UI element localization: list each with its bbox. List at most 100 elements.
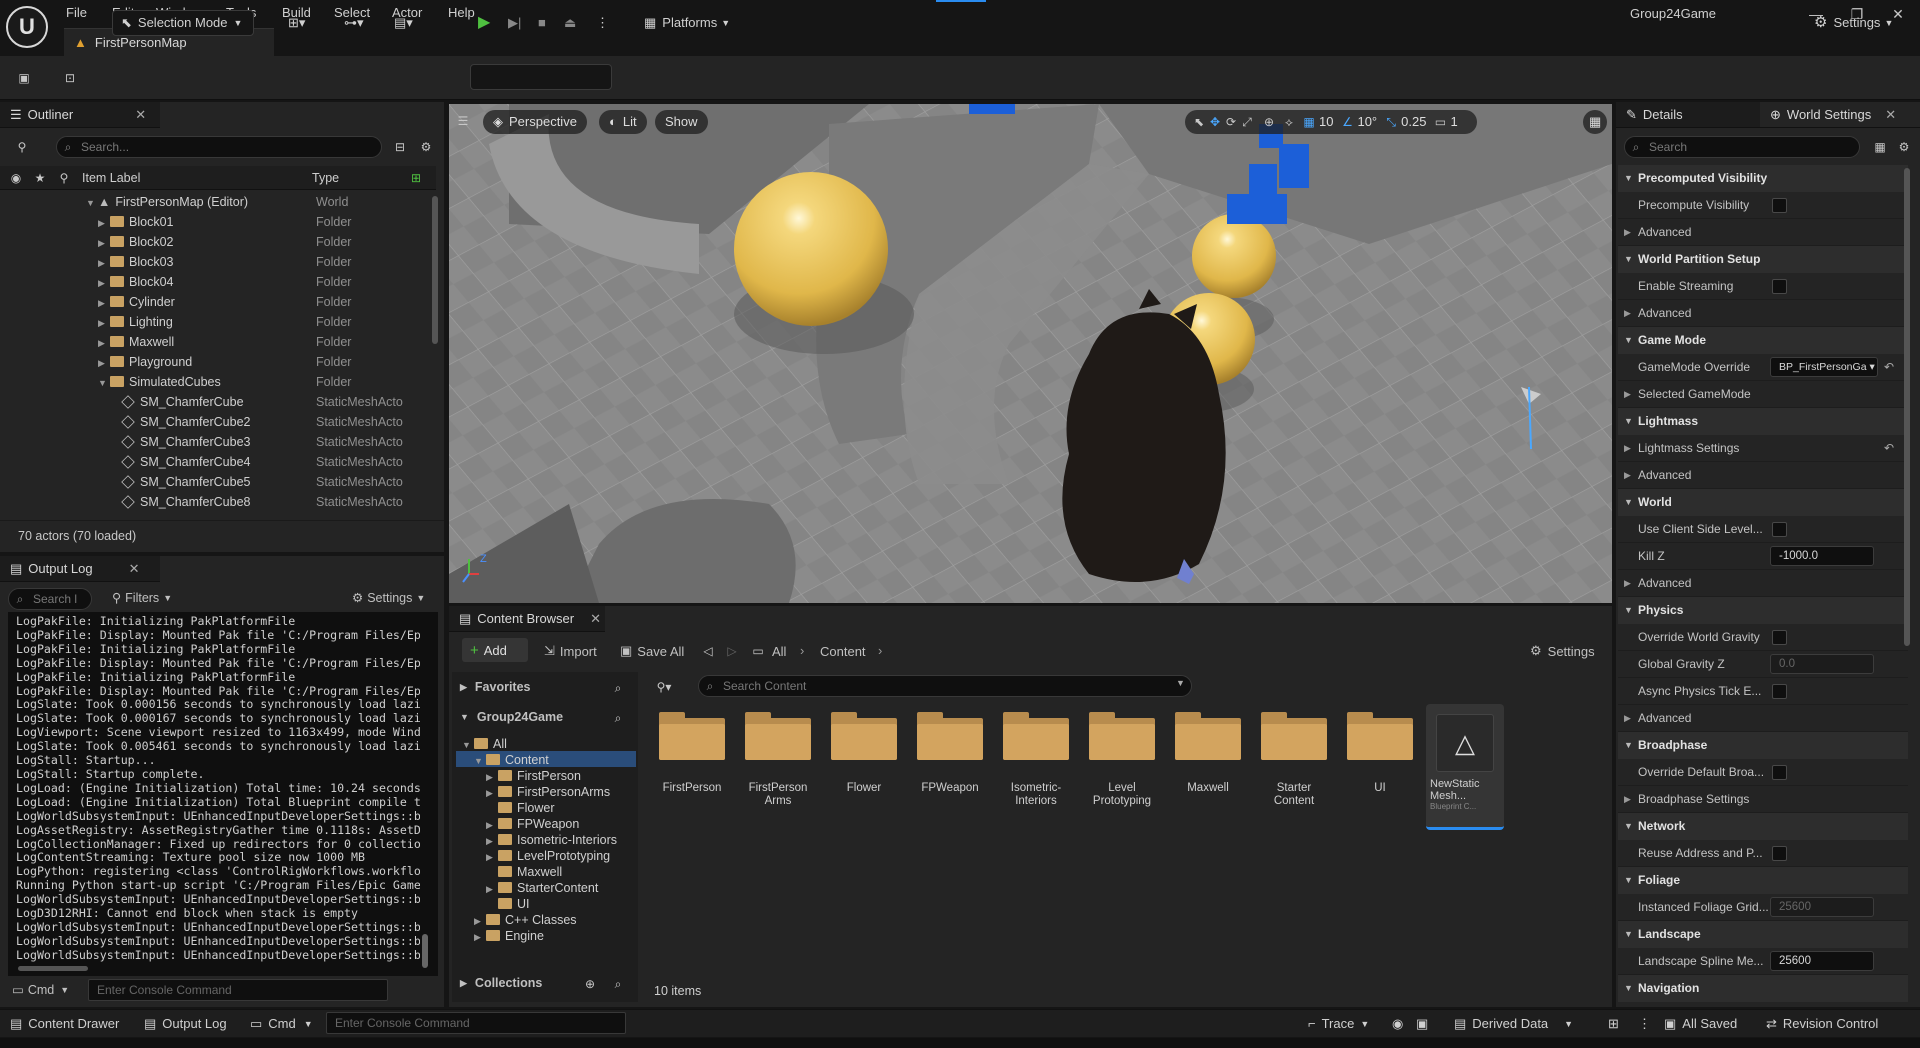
details-property[interactable]: ▶ Advanced	[1618, 705, 1908, 732]
scale-snap-value[interactable]: 0.25	[1401, 110, 1426, 134]
new-folder-icon[interactable]: ⊟	[392, 139, 408, 155]
column-type[interactable]: Type	[312, 171, 339, 185]
close-icon[interactable]: ✕	[135, 102, 146, 128]
derived-data-button[interactable]: ▤ Derived Data ▼	[1454, 1016, 1573, 1032]
folder-tree-item[interactable]: ▼ Content	[456, 752, 636, 768]
number-field[interactable]: 0.0	[1770, 654, 1874, 674]
status-cmd-dropdown[interactable]: ▭ Cmd ▼	[250, 1016, 313, 1032]
more-icon[interactable]: ⋮	[1638, 1016, 1651, 1032]
menu-file[interactable]: File	[66, 2, 87, 24]
log-settings-button[interactable]: ⚙ Settings ▼	[352, 590, 425, 606]
perspective-button[interactable]: ◈ Perspective	[483, 110, 587, 134]
grid-snap-icon[interactable]: ▦	[1301, 114, 1317, 130]
details-property[interactable]: Use Client Side Level...	[1618, 516, 1908, 543]
details-section[interactable]: ▼ Broadphase	[1618, 732, 1908, 759]
details-property[interactable]: Async Physics Tick E...	[1618, 678, 1908, 705]
search-icon[interactable]: ⌕	[610, 680, 626, 696]
eject-icon[interactable]: ⏏	[564, 10, 576, 36]
select-icon[interactable]: ⬉	[1191, 114, 1207, 130]
star-icon[interactable]: ★	[32, 170, 48, 186]
details-scrollbar[interactable]	[1904, 168, 1910, 646]
folder-tree-item[interactable]: Maxwell	[456, 864, 636, 880]
folder-tree-item[interactable]: ▶ C++ Classes	[456, 912, 636, 928]
outliner-row[interactable]: ▶ Block01 Folder	[0, 212, 436, 232]
breadcrumb-content[interactable]: Content	[820, 644, 866, 659]
outliner-tab[interactable]: ☰ Outliner ✕	[0, 102, 160, 128]
angle-snap-icon[interactable]: ∠	[1339, 114, 1355, 130]
expand-icon[interactable]: ▶	[98, 313, 110, 333]
folder-tree-item[interactable]: ▶ FirstPersonArms	[456, 784, 636, 800]
details-property[interactable]: Global Gravity Z 0.0	[1618, 651, 1908, 678]
add-actor-icon[interactable]: ⊞▾	[288, 10, 305, 36]
details-property[interactable]: ▶ Broadphase Settings	[1618, 786, 1908, 813]
selection-mode-dropdown[interactable]: ⬉ Selection Mode ▼	[112, 10, 254, 36]
console-input[interactable]: Enter Console Command	[88, 979, 388, 1001]
folder-tree-item[interactable]: ▶ Engine	[456, 928, 636, 944]
details-property[interactable]: Landscape Spline Me... 25600	[1618, 948, 1908, 975]
details-property[interactable]: ▶ Advanced	[1618, 570, 1908, 597]
favorites-header[interactable]: ▶ Favorites	[460, 680, 630, 694]
content-browser-tab[interactable]: ▤ Content Browser ✕	[449, 606, 605, 632]
outliner-row[interactable]: ▶ Maxwell Folder	[0, 332, 436, 352]
expand-icon[interactable]: ▶	[486, 769, 498, 785]
details-property[interactable]: Override World Gravity	[1618, 624, 1908, 651]
breadcrumb-all[interactable]: All	[772, 644, 786, 659]
camera-speed-icon[interactable]: ▭	[1432, 114, 1448, 130]
gamemode-combo[interactable]: BP_FirstPersonGa ▾	[1770, 357, 1878, 377]
show-button[interactable]: Show	[655, 110, 708, 134]
import-button[interactable]: ⇲ Import	[544, 643, 597, 659]
checkbox[interactable]	[1772, 198, 1787, 213]
details-section[interactable]: ▼ World Partition Setup	[1618, 246, 1908, 273]
hamburger-icon[interactable]: ☰	[455, 113, 471, 129]
close-icon[interactable]: ✕	[1885, 102, 1896, 128]
angle-snap-value[interactable]: 10°	[1357, 110, 1377, 134]
details-section[interactable]: ▼ World	[1618, 489, 1908, 516]
content-drawer-button[interactable]: ▤ Content Drawer	[10, 1016, 119, 1032]
add-column-icon[interactable]: ⊞	[408, 170, 424, 186]
gear-icon[interactable]: ⚙	[418, 139, 434, 155]
outliner-row[interactable]: SM_ChamferCube StaticMeshActo	[0, 392, 436, 412]
details-section[interactable]: ▼ Physics	[1618, 597, 1908, 624]
expand-icon[interactable]: ▶	[486, 817, 498, 833]
reset-icon[interactable]: ↶	[1884, 435, 1894, 462]
asset-folder[interactable]: FPWeapon	[909, 712, 991, 795]
log-hscrollbar[interactable]	[18, 966, 88, 971]
details-property[interactable]: ▶ Advanced	[1618, 219, 1908, 246]
browse-icon[interactable]: ⊡	[62, 70, 78, 86]
search-icon[interactable]: ⌕	[610, 710, 626, 726]
camera-speed-value[interactable]: 1	[1450, 110, 1457, 134]
trace-button[interactable]: ⌐ Trace ▼	[1308, 1016, 1369, 1032]
folder-tree-item[interactable]: ▶ FPWeapon	[456, 816, 636, 832]
expand-icon[interactable]: ▼	[86, 193, 98, 213]
output-log-button[interactable]: ▤ Output Log	[144, 1016, 227, 1032]
expand-icon[interactable]: ▶	[486, 881, 498, 897]
expand-icon[interactable]: ▶	[98, 213, 110, 233]
details-property[interactable]: GameMode Override BP_FirstPersonGa ▾ ↶	[1618, 354, 1908, 381]
content-search-input[interactable]: Search Content	[698, 675, 1192, 697]
cb-settings-button[interactable]: ⚙ Settings	[1530, 643, 1595, 659]
folder-tree-item[interactable]: Flower	[456, 800, 636, 816]
filters-dropdown[interactable]: ⚲ Filters ▼	[112, 590, 172, 606]
folder-tree-item[interactable]: ▶ Isometric-Interiors	[456, 832, 636, 848]
unreal-logo[interactable]: U	[6, 6, 48, 48]
eye-icon[interactable]: ◉	[8, 170, 24, 186]
number-field[interactable]: -1000.0	[1770, 546, 1874, 566]
table-view-icon[interactable]: ▦	[1872, 139, 1888, 155]
details-section[interactable]: ▼ Network	[1618, 813, 1908, 840]
folder-tree-item[interactable]: ▶ StarterContent	[456, 880, 636, 896]
move-icon[interactable]: ✥	[1207, 114, 1223, 130]
details-section[interactable]: ▼ Landscape	[1618, 921, 1908, 948]
asset-folder[interactable]: FirstPerson Arms	[737, 712, 819, 808]
outliner-row[interactable]: ▶ Lighting Folder	[0, 312, 436, 332]
close-icon[interactable]: ✕	[590, 606, 601, 632]
expand-icon[interactable]: ▼	[98, 373, 110, 393]
asset-folder[interactable]: Starter Content	[1253, 712, 1335, 808]
outliner-scrollbar[interactable]	[432, 196, 438, 344]
revision-control-button[interactable]: ⇄ Revision Control	[1766, 1016, 1878, 1032]
expand-icon[interactable]: ▼	[474, 753, 486, 769]
details-section[interactable]: ▼ Precomputed Visibility	[1618, 165, 1908, 192]
expand-icon[interactable]: ▶	[98, 353, 110, 373]
source-control-icon[interactable]: ⊞	[1608, 1016, 1619, 1032]
details-property[interactable]: ▶ Lightmass Settings ↶	[1618, 435, 1908, 462]
details-property[interactable]: Precompute Visibility	[1618, 192, 1908, 219]
